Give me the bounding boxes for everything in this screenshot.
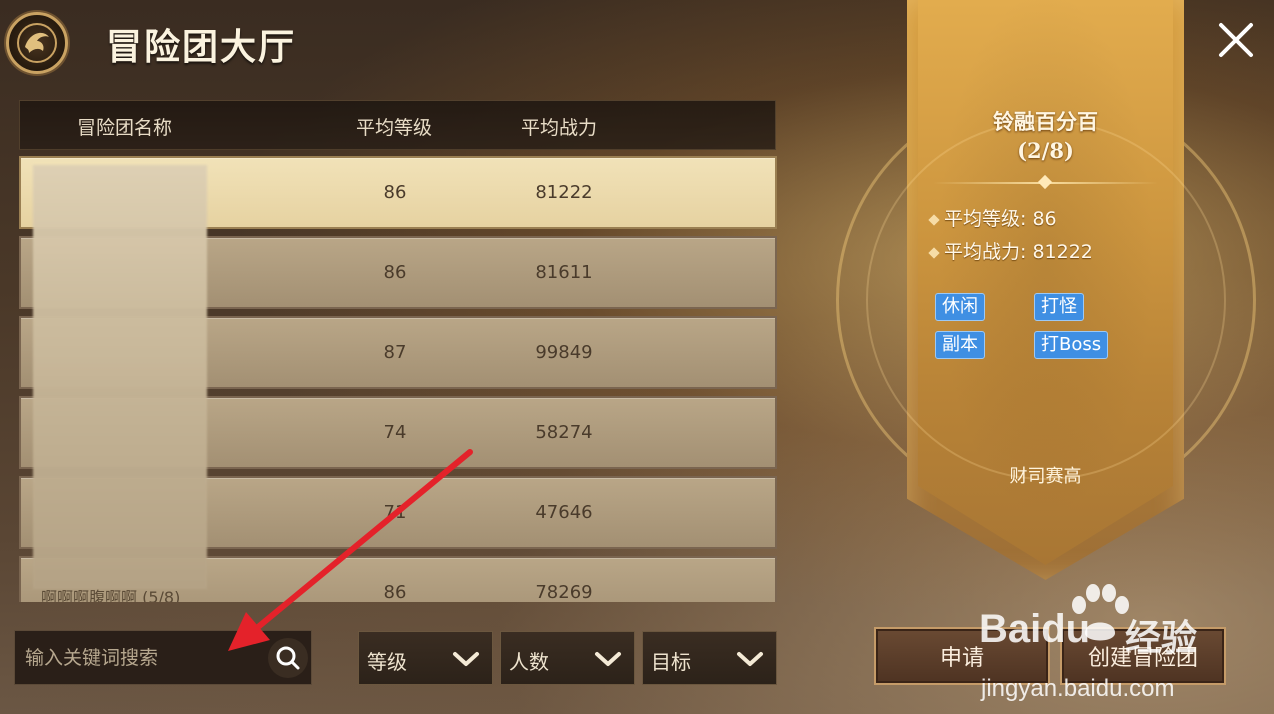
apply-button[interactable]: 申请	[874, 627, 1050, 685]
tag-monsters: 打怪	[1034, 293, 1084, 321]
detail-member-count: (2/8)	[1017, 138, 1074, 163]
filter-level-dropdown[interactable]: 等级	[358, 631, 493, 685]
table-header: 冒险团名称 平均等级 平均战力	[19, 100, 776, 150]
detail-avg-level-text: 平均等级: 86	[944, 208, 1057, 230]
avg-power-cell: 81611	[535, 262, 593, 283]
search-button[interactable]	[268, 638, 308, 678]
avg-power-cell: 47646	[535, 502, 593, 523]
close-button[interactable]	[1212, 16, 1260, 64]
detail-team-name: 铃融百分百	[993, 109, 1098, 134]
avg-power-cell: 99849	[535, 342, 593, 363]
filter-goal-dropdown[interactable]: 目标	[642, 631, 777, 685]
avg-power-cell: 81222	[535, 182, 593, 203]
avg-level-cell: 71	[383, 502, 407, 523]
chevron-down-icon	[453, 652, 479, 666]
avg-level-cell: 74	[383, 422, 407, 443]
create-team-button[interactable]: 创建冒险团	[1060, 627, 1226, 685]
avg-power-cell: 78269	[535, 582, 593, 602]
avg-level-cell: 86	[383, 262, 407, 283]
blurred-names-mask	[33, 165, 207, 589]
tag-boss: 打Boss	[1034, 331, 1109, 359]
game-window: 冒险团大厅 冒险团名称 平均等级 平均战力 86 81222 86 81611 …	[0, 0, 1274, 714]
page-title: 冒险团大厅	[106, 27, 297, 68]
detail-avg-level: 平均等级: 86	[928, 204, 1057, 231]
filter-members-dropdown[interactable]: 人数	[500, 631, 635, 685]
filter-goal-label: 目标	[651, 650, 691, 674]
search-icon	[276, 646, 300, 670]
search-input[interactable]	[25, 641, 265, 675]
filter-level-label: 等级	[367, 650, 407, 674]
avg-level-cell: 86	[383, 582, 407, 602]
filter-members-label: 人数	[509, 650, 549, 674]
tag-casual: 休闲	[935, 293, 985, 321]
avg-level-cell: 87	[383, 342, 407, 363]
avg-level-cell: 86	[383, 182, 407, 203]
tag-dungeon: 副本	[935, 331, 985, 359]
detail-avg-power: 平均战力: 81222	[928, 237, 1093, 264]
detail-avg-power-text: 平均战力: 81222	[944, 241, 1093, 263]
diamond-bullet-icon	[928, 213, 940, 226]
avg-power-cell: 58274	[535, 422, 593, 443]
detail-motto: 财司赛高	[1009, 466, 1082, 487]
close-icon	[1219, 23, 1253, 57]
chevron-down-icon	[737, 652, 763, 666]
column-header-avg-power: 平均战力	[521, 117, 598, 139]
column-header-avg-level: 平均等级	[356, 117, 433, 139]
dragon-emblem-icon	[6, 12, 68, 74]
column-header-name: 冒险团名称	[77, 117, 173, 139]
diamond-bullet-icon	[928, 246, 940, 259]
chevron-down-icon	[595, 652, 621, 666]
